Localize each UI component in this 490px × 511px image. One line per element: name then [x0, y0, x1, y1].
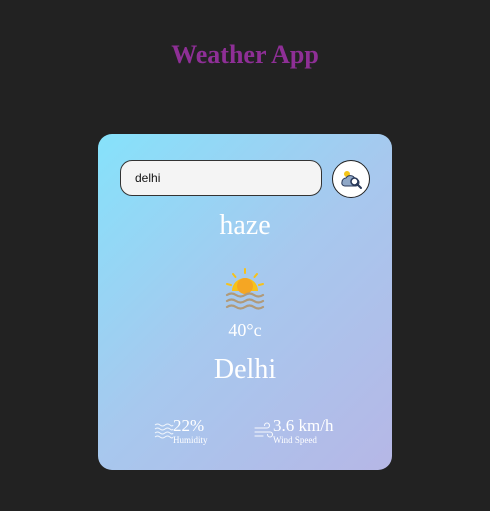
temperature: 40°c [228, 320, 262, 340]
city-search-input[interactable] [120, 160, 322, 196]
humidity-icon [154, 423, 174, 439]
haze-sun-icon [225, 268, 265, 310]
app-title: Weather App [171, 40, 319, 69]
weather-card: haze 40°c Delhi 22% Humidity [98, 134, 392, 470]
humidity-label: Humidity [173, 435, 208, 445]
wind-icon [254, 422, 274, 438]
search-bar [120, 160, 372, 198]
city-name: Delhi [213, 354, 277, 385]
weather-search-icon [341, 171, 362, 189]
humidity-value: 22% [173, 416, 205, 435]
wind-value: 3.6 km/h [273, 416, 334, 435]
search-button[interactable] [332, 160, 370, 198]
wind-label: Wind Speed [273, 435, 317, 445]
weather-condition: haze [219, 210, 271, 241]
